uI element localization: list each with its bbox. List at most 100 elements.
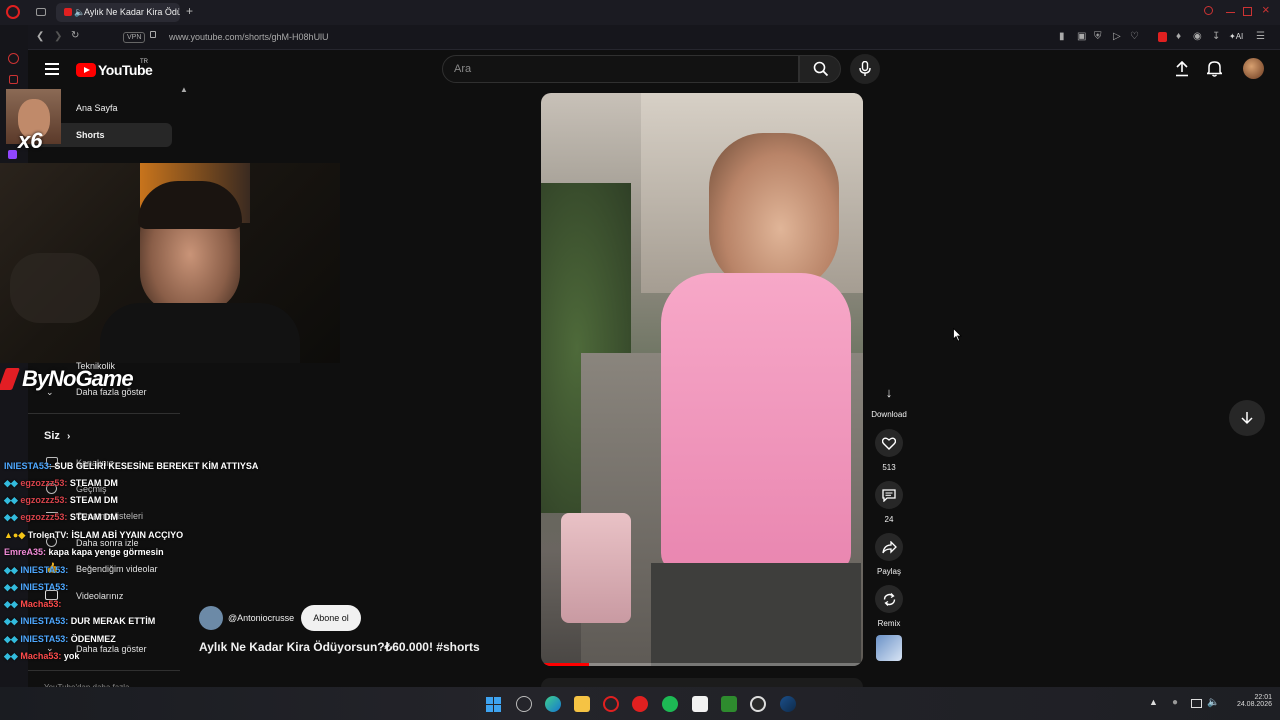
comments-circle [875,481,903,509]
next-short-button[interactable] [1229,400,1265,436]
spotify-icon[interactable] [662,696,678,712]
lock-icon[interactable] [150,31,156,38]
extensions-icon[interactable]: ♦ [1176,31,1181,43]
chat-message: ◆◆ INIESTA53: DUR MERAK ETTİM [4,616,155,627]
sidebar-item-your-videos[interactable]: Videolarınız [76,591,123,601]
upload-button[interactable] [1175,61,1189,77]
extension-red-icon[interactable] [1158,32,1167,42]
heart-icon[interactable]: ♡ [1130,31,1139,43]
comments-button[interactable]: 24 [870,481,908,524]
hamburger-menu-icon[interactable] [45,63,59,75]
vpn-badge[interactable]: VPN [123,32,146,43]
file-explorer-icon[interactable] [574,696,590,712]
channel-avatar[interactable] [199,606,223,630]
close-window-button[interactable]: × [1262,2,1270,17]
show-more-link[interactable]: Daha fazla göster [76,644,147,654]
chat-badge-icon: ◆◆ [4,478,18,488]
video-person-head [709,133,839,293]
forward-icon[interactable]: ❯ [54,31,62,43]
tab-overview-icon[interactable] [36,8,46,16]
system-clock[interactable]: 22:01 24.08.2026 [1237,694,1272,708]
tray-chevron-icon[interactable]: ▲ [1149,697,1158,707]
remix-label: Remix [877,619,901,628]
video-person-top [661,273,851,573]
minimize-button[interactable] [1226,12,1235,13]
edge-icon[interactable] [545,696,561,712]
sidebar-divider [28,670,180,671]
channel-name[interactable]: @Antoniocrusse [228,613,294,623]
chat-badge-icon: ▲●◆ [4,530,26,540]
task-view-icon[interactable] [516,696,532,712]
arrow-down-icon [1241,412,1253,425]
collapse-chevron-icon[interactable]: ▲ [180,85,188,94]
speaker-icon[interactable]: 🔈 [74,3,85,22]
share-icon [881,540,897,554]
game-launcher-icon[interactable] [721,696,737,712]
short-video-player[interactable] [541,93,863,666]
video-progress-fill [541,663,590,666]
display-icon[interactable] [1191,699,1202,708]
remix-button[interactable]: Remix [870,585,908,628]
opera-taskbar-icon[interactable] [603,696,619,712]
share-button[interactable]: Paylaş [870,533,908,576]
search-input[interactable]: Ara [442,55,799,83]
steam-icon[interactable] [780,696,796,712]
obs-icon[interactable] [750,696,766,712]
opera-logo-icon[interactable] [6,5,20,19]
subscribe-button[interactable]: Abone ol [301,605,361,631]
download-arrow-icon: ↓ [885,385,893,400]
menu-icon[interactable]: ☰ [1256,31,1265,43]
bookmark-icon[interactable]: ▮ [1059,31,1065,43]
maximize-button[interactable] [1243,7,1252,16]
avatar[interactable] [1243,58,1264,79]
chat-message: ◆◆ egzozzz53: STEAM DM [4,478,118,489]
play-icon[interactable]: ▷ [1113,31,1121,43]
new-tab-button[interactable]: + [186,4,193,18]
like-button[interactable]: 513 [870,429,908,472]
show-more-link[interactable]: Daha fazla göster [76,387,147,397]
comment-count: 24 [884,515,894,524]
share-label: Paylaş [876,567,901,576]
chat-message: ◆◆ egzozzz53: STEAM DM [4,512,118,523]
browser-tab-bar: 🔈 Aylık Ne Kadar Kira Ödü + × [0,0,1280,25]
you-section-header[interactable]: Siz › [44,430,70,442]
chat-message: ◆◆ INIESTA53: [4,565,68,576]
sidebar-item-label: Shorts [76,130,105,140]
history-icon[interactable] [8,53,19,64]
voice-search-button[interactable] [850,54,880,84]
reload-icon[interactable]: ↻ [71,30,79,42]
download-button[interactable]: ↓ Download [870,385,908,419]
video-progress-track[interactable] [541,663,863,666]
notepad-icon[interactable] [692,696,708,712]
next-short-peek [541,678,863,687]
bag-icon[interactable] [9,75,18,84]
chat-message: ◆◆ INIESTA53: ÖDENMEZ [4,634,116,645]
back-icon[interactable]: ❮ [36,31,44,43]
sound-thumbnail[interactable] [876,635,902,661]
search-tabs-icon[interactable] [1204,6,1213,15]
aria-ai-button[interactable]: ✦AI [1229,31,1243,43]
tray-mic-icon[interactable]: ● [1172,697,1178,708]
you-section-label: Siz [44,430,60,442]
url-field[interactable]: www.youtube.com/shorts/ghM-H08hUlU [169,32,329,42]
chat-username: INIESTA53: [4,461,52,471]
upload-icon [1176,61,1188,77]
shield-icon[interactable]: ⛨ [1094,31,1102,43]
chat-badge-icon: ◆◆ [4,634,18,644]
windows-start-icon[interactable] [486,697,501,712]
share-circle [875,533,903,561]
download-icon[interactable]: ↧ [1212,31,1220,43]
snapshot-icon[interactable]: ▣ [1077,31,1086,43]
chat-message: ◆◆ Macha53: yok [4,651,79,662]
twitch-badge-icon [8,150,17,159]
sidebar-item-liked-videos[interactable]: Beğendiğim videolar [76,564,158,574]
chat-text: yok [63,651,80,661]
volume-icon[interactable]: 🔈 [1207,697,1219,708]
tab-youtube-short[interactable]: 🔈 Aylık Ne Kadar Kira Ödü [56,3,180,22]
streamer-webcam [0,163,340,363]
wallet-icon[interactable]: ◉ [1193,31,1202,43]
short-title[interactable]: Aylık Ne Kadar Kira Ödüyorsun?₺60.000! #… [199,640,480,654]
youtube-taskbar-icon[interactable] [632,696,648,712]
notifications-button[interactable] [1207,60,1222,77]
search-button[interactable] [799,55,841,83]
